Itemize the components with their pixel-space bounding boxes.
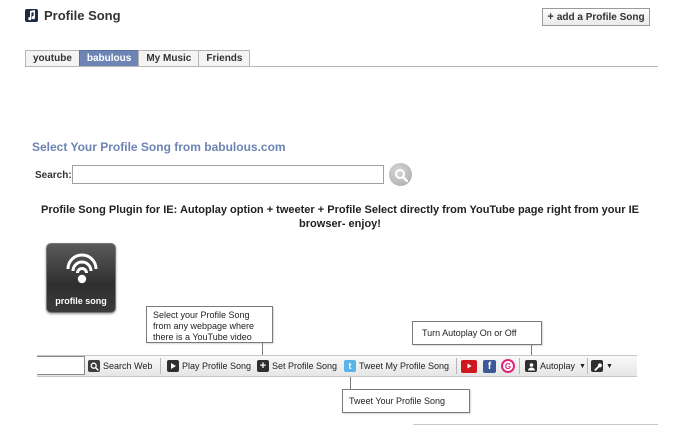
app-title: Profile Song [44,8,121,23]
set-profile-song-label: Set Profile Song [272,361,338,371]
search-button[interactable] [389,163,412,186]
facebook-icon: f [483,359,496,373]
tab-babulous[interactable]: babulous [78,50,140,67]
toolbar-search-input[interactable] [37,356,85,375]
tweet-callout: Tweet Your Profile Song [342,389,470,413]
set-profile-song-button[interactable]: + Set Profile Song [257,358,337,374]
toolbar-separator [519,358,520,374]
tweet-profile-song-label: Tweet My Profile Song [359,361,450,371]
toolbar-separator [587,358,588,374]
play-icon [167,360,179,372]
profile-song-logo: profile song [46,243,116,313]
tab-youtube[interactable]: youtube [25,50,80,67]
select-song-callout: Select your Profile Song from any webpag… [146,306,273,343]
plus-icon: + [547,11,554,23]
chevron-down-icon: ▼ [606,362,613,370]
search-icon [394,168,408,182]
tab-my-music[interactable]: My Music [138,50,200,67]
tweet-profile-song-button[interactable]: t Tweet My Profile Song [344,358,449,374]
logo-label: profile song [55,296,107,306]
search-icon [88,360,100,372]
toolbar-separator [160,358,161,374]
autoplay-dropdown[interactable]: Autoplay ▼ [525,358,586,374]
g-icon: G [501,359,515,373]
tab-divider [25,66,658,67]
tab-friends[interactable]: Friends [198,50,251,67]
divider [413,424,658,425]
facebook-button[interactable]: f [483,358,499,374]
plus-icon: + [257,360,269,372]
g-button[interactable]: G [501,358,518,374]
autoplay-label: Autoplay [540,361,576,371]
person-icon [525,360,537,372]
music-note-icon [25,9,38,22]
toolbar-separator [456,358,457,374]
search-web-label: Search Web [103,361,153,371]
youtube-icon [461,359,477,373]
add-profile-song-label: add a Profile Song [556,11,645,23]
settings-dropdown[interactable]: ▼ [591,358,613,374]
play-profile-song-label: Play Profile Song [182,361,252,371]
chevron-down-icon: ▼ [579,362,586,370]
add-profile-song-button[interactable]: + add a Profile Song [542,8,650,26]
twitter-icon: t [344,360,356,372]
search-input[interactable] [72,165,384,184]
tab-bar: youtube babulous My Music Friends [25,50,251,67]
play-profile-song-button[interactable]: Play Profile Song [167,358,251,374]
plugin-description: Profile Song Plugin for IE: Autoplay opt… [41,204,639,230]
broadcast-icon [66,253,98,284]
section-title: Select Your Profile Song from babulous.c… [32,140,286,154]
autoplay-callout: Turn Autoplay On or Off [412,321,542,345]
search-label: Search: [35,170,72,181]
youtube-button[interactable] [461,358,480,374]
callout-pointer [350,376,351,390]
search-web-button[interactable]: Search Web [88,358,152,374]
wrench-icon [591,360,603,372]
